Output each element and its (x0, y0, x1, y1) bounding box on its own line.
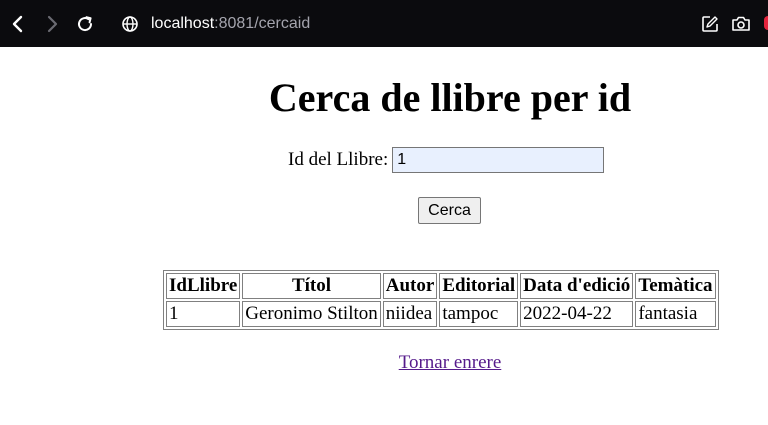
cell-author: niidea (382, 301, 438, 327)
extension-badge (764, 16, 768, 30)
address-bar[interactable]: localhost:8081/cercaid (151, 14, 310, 34)
book-id-input[interactable] (392, 147, 605, 173)
url-host: localhost (151, 15, 215, 32)
reload-icon[interactable] (74, 12, 96, 36)
cell-id: 1 (166, 301, 241, 327)
column-header-title: Títol (242, 273, 381, 299)
column-header-theme: Temàtica (635, 273, 716, 299)
column-header-publisher: Editorial (439, 273, 519, 299)
id-field-label: Id del Llibre: (288, 149, 389, 170)
search-form: Id del Llibre: (288, 147, 605, 173)
url-path: :8081/cercaid (214, 15, 311, 32)
search-button[interactable]: Cerca (418, 197, 481, 224)
browser-toolbar: localhost:8081/cercaid (0, 0, 768, 47)
back-arrow-icon[interactable] (7, 12, 29, 36)
results-table: IdLlibre Títol Autor Editorial Data d'ed… (163, 270, 719, 330)
camera-icon[interactable] (730, 12, 752, 36)
globe-icon (119, 12, 141, 36)
column-header-id: IdLlibre (166, 273, 241, 299)
page-title: Cerca de llibre per id (268, 75, 632, 120)
edit-icon[interactable] (699, 12, 721, 36)
column-header-date: Data d'edició (520, 273, 634, 299)
cell-publisher: tampoc (439, 301, 519, 327)
column-header-author: Autor (382, 273, 438, 299)
forward-arrow-icon[interactable] (41, 12, 63, 36)
table-row: 1 Geronimo Stilton niidea tampoc 2022-04… (166, 301, 716, 327)
cell-theme: fantasia (635, 301, 716, 327)
cell-title: Geronimo Stilton (242, 301, 381, 327)
back-link[interactable]: Tornar enrere (0, 352, 768, 374)
cell-date: 2022-04-22 (520, 301, 634, 327)
table-header-row: IdLlibre Títol Autor Editorial Data d'ed… (166, 273, 716, 299)
